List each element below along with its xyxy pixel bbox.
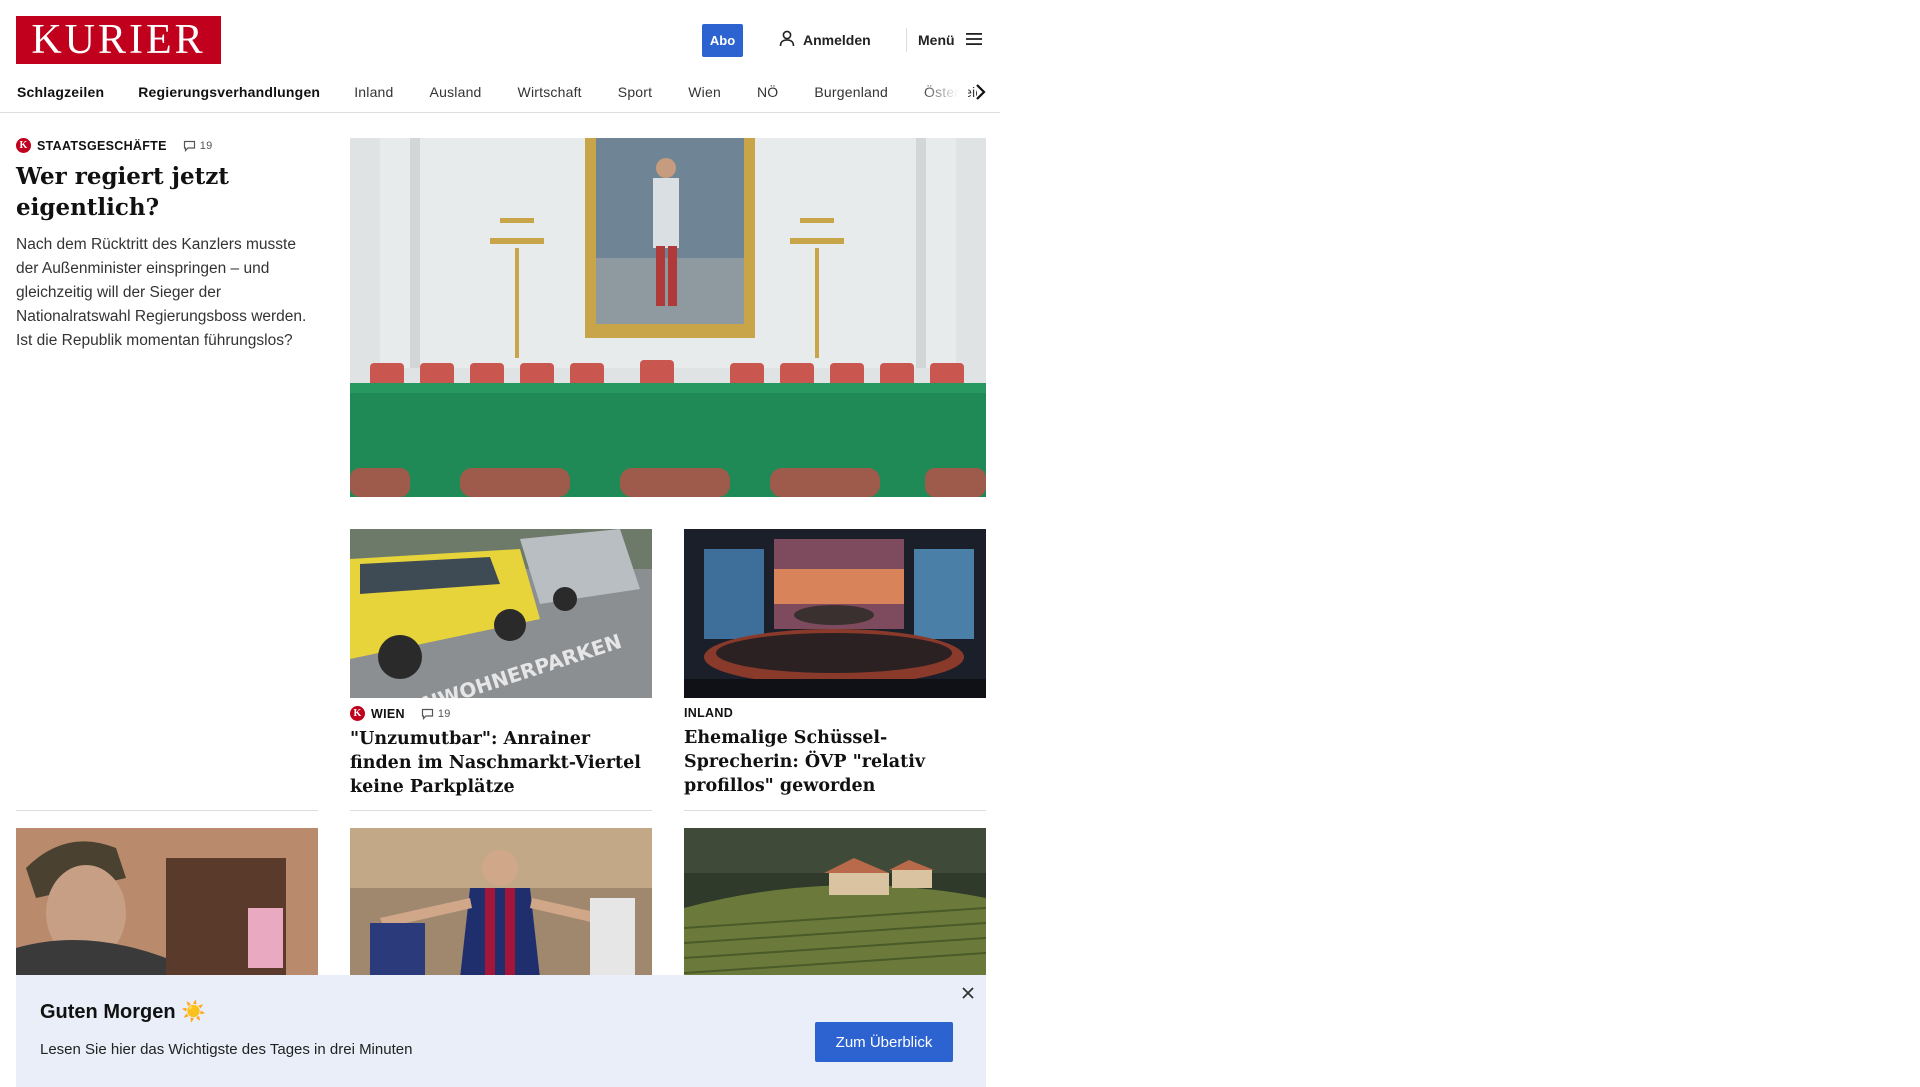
article-comments[interactable]: 19 [421,708,451,720]
section-nav: Schlagzeilen Regierungsverhandlungen Inl… [0,72,1000,112]
row-divider [684,810,986,811]
menu-button[interactable]: Menü [918,28,983,52]
article-kicker: INLAND [684,706,986,720]
kurier-plus-icon: K [16,138,31,153]
kurier-logo[interactable]: KURIER [16,16,221,64]
morning-briefing-banner: Guten Morgen ☀️ Lesen Sie hier das Wicht… [16,975,986,1087]
nav-fade [920,72,968,112]
nav-scroll-right-button[interactable] [968,80,992,104]
article-card-tv-studio[interactable]: INLAND Ehemalige Schüssel-Sprecherin: ÖV… [684,706,986,798]
banner-subtitle: Lesen Sie hier das Wichtigste des Tages … [40,1041,413,1058]
nav-item-sport[interactable]: Sport [618,84,652,100]
close-icon [962,987,974,999]
article-image-tv-studio[interactable] [684,529,986,698]
lead-category[interactable]: STAATSGESCHÄFTE [37,139,167,153]
nav-item-inland[interactable]: Inland [354,84,393,100]
abo-button[interactable]: Abo [702,24,743,57]
lead-article[interactable]: K STAATSGESCHÄFTE 19 Wer regiert jetzt e… [16,138,318,353]
lead-comment-count: 19 [199,139,213,152]
kurier-plus-icon: K [350,706,365,721]
article-headline[interactable]: "Unzumutbar": Anrainer finden im Naschma… [350,727,652,799]
lead-headline[interactable]: Wer regiert jetzt eigentlich? [16,161,318,223]
kurier-page: KURIER Abo Anmelden Menü Schlagzeilen Re… [0,0,1000,1087]
nav-item-schlagzeilen[interactable]: Schlagzeilen [17,84,104,100]
lead-image-council-hall[interactable] [350,138,986,497]
article-image-football[interactable] [350,828,652,978]
article-image-woman[interactable] [16,828,318,978]
nav-item-wien[interactable]: Wien [688,84,721,100]
login-label: Anmelden [803,32,871,48]
article-image-vineyard[interactable] [684,828,986,978]
lead-teaser: Nach dem Rücktritt des Kanzlers musste d… [16,236,307,349]
lead-kicker: K STAATSGESCHÄFTE 19 [16,138,318,153]
banner-title: Guten Morgen ☀️ [40,1001,207,1023]
lead-comments[interactable]: 19 [183,140,213,152]
article-image-parking[interactable]: ANWOHNERPARKEN [350,529,652,698]
article-comment-count: 19 [437,707,451,720]
article-headline[interactable]: Ehemalige Schüssel-Sprecherin: ÖVP "rela… [684,726,986,798]
login-button[interactable]: Anmelden [779,28,871,52]
nav-border [0,112,1000,113]
nav-items: Schlagzeilen Regierungsverhandlungen Inl… [0,72,977,112]
chevron-right-icon [976,84,986,100]
menu-label: Menü [918,32,955,48]
article-category[interactable]: INLAND [684,706,733,720]
logo-text: KURIER [31,17,206,63]
nav-item-regierungsverhandlungen[interactable]: Regierungsverhandlungen [138,84,320,100]
nav-item-ausland[interactable]: Ausland [430,84,482,100]
header-divider [906,28,907,52]
nav-item-noe[interactable]: NÖ [757,84,778,100]
article-card-parking[interactable]: K WIEN 19 "Unzumutbar": Anrainer finden … [350,706,652,799]
row-divider [350,810,652,811]
nav-item-wirtschaft[interactable]: Wirtschaft [518,84,582,100]
comment-icon [421,708,433,720]
article-category[interactable]: WIEN [371,707,405,721]
overview-button[interactable]: Zum Überblick [815,1022,953,1062]
row-divider [16,810,318,811]
comment-icon [183,140,195,152]
banner-close-button[interactable] [958,983,978,1003]
hamburger-icon [965,32,983,49]
user-icon [779,30,795,50]
nav-item-burgenland[interactable]: Burgenland [814,84,888,100]
article-kicker: K WIEN 19 [350,706,652,721]
